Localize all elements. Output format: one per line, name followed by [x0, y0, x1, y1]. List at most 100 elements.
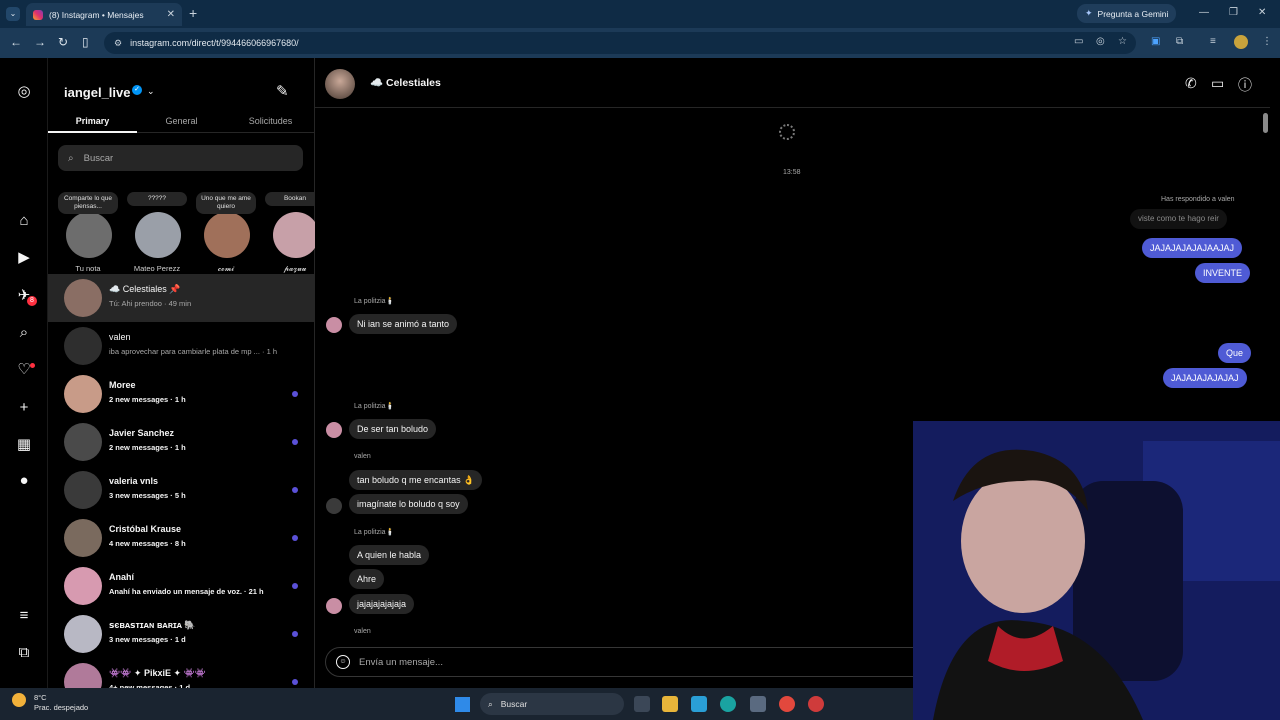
message-bubble-in[interactable]: imagínate lo boludo q soy: [349, 494, 468, 514]
ms-store-icon[interactable]: [750, 696, 766, 712]
chat-scrollbar[interactable]: [1263, 113, 1268, 133]
site-info-icon[interactable]: ⚙: [114, 38, 122, 49]
sidebar-icon[interactable]: ▯: [82, 35, 89, 49]
message-bubble-in[interactable]: Ni ian se animó a tanto: [349, 314, 458, 334]
more-menu-icon[interactable]: ⋮: [1262, 36, 1272, 47]
message-bubble-in[interactable]: A quien le habla: [349, 545, 430, 565]
forward-icon[interactable]: →: [34, 35, 46, 49]
home-icon[interactable]: ⌂: [14, 211, 34, 231]
phone-call-icon[interactable]: ✆: [1185, 75, 1197, 92]
emoji-icon[interactable]: ☺: [336, 655, 350, 669]
browser-tab-instagram[interactable]: (8) Instagram • Mensajes ✕: [26, 3, 182, 26]
note-item[interactable]: Comparte lo que piensas... Tu nota: [58, 192, 118, 273]
conversation-item[interactable]: Moree 2 new messages · 1 h: [48, 370, 315, 418]
chrome-icon[interactable]: [779, 696, 795, 712]
note-item[interactable]: ????? Mateo Perezz: [127, 192, 187, 273]
group-avatar[interactable]: [325, 69, 355, 99]
message-bubble-in[interactable]: tan boludo q me encantas 👌: [349, 470, 483, 490]
task-view-icon[interactable]: [634, 696, 650, 712]
conversation-preview: 3 new messages · 5 h: [109, 491, 186, 500]
conversation-item[interactable]: valeria vnls 3 new messages · 5 h: [48, 466, 315, 514]
close-tab-icon[interactable]: ✕: [167, 9, 175, 20]
profile-avatar[interactable]: [1234, 35, 1248, 49]
message-bubble-out[interactable]: INVENTE: [1195, 263, 1251, 283]
sender-avatar[interactable]: [326, 498, 342, 514]
conversation-preview: Tú: Ahi prendoo · 49 min: [109, 299, 192, 308]
extensions-puzzle-icon[interactable]: ⧉: [1176, 36, 1183, 47]
note-avatar[interactable]: [135, 212, 181, 258]
note-avatar[interactable]: [66, 212, 112, 258]
avatar: [64, 423, 102, 461]
eye-off-icon[interactable]: ◎: [1096, 36, 1105, 47]
conversation-item[interactable]: ꜱєʙᴀꜱᴛɪᴀɴ ʙᴀʀɪᴀ 🐘 3 new messages · 1 d: [48, 610, 315, 658]
conversation-info-icon[interactable]: ⓘ: [1238, 75, 1252, 95]
message-bubble-in[interactable]: jajajajajajaja: [349, 594, 415, 614]
window-close-icon[interactable]: ✕: [1258, 7, 1266, 18]
search-icon[interactable]: ⌕: [14, 323, 34, 343]
minimize-icon[interactable]: —: [1199, 7, 1209, 18]
message-bubble-in[interactable]: De ser tan boludo: [349, 419, 437, 439]
address-bar[interactable]: ⚙ instagram.com/direct/t/994466066967680…: [104, 32, 1136, 54]
app-icon[interactable]: [808, 696, 824, 712]
note-bubble[interactable]: Uno que me ame quiero: [196, 192, 256, 214]
taskbar-search[interactable]: ⌕ Buscar: [480, 693, 624, 715]
note-bubble[interactable]: Comparte lo que piensas...: [58, 192, 118, 214]
tab-general[interactable]: General: [137, 116, 226, 126]
conversation-item[interactable]: valen iba aprovechar para cambiarle plata…: [48, 322, 315, 370]
browser-toolbar: ← → ↻ ▯ ⚙ instagram.com/direct/t/9944660…: [0, 28, 1280, 58]
cast-icon[interactable]: ▭: [1074, 36, 1083, 47]
new-message-icon[interactable]: ✎: [276, 82, 289, 100]
sender-avatar[interactable]: [326, 317, 342, 333]
chat-title[interactable]: ☁️ Celestiales: [370, 76, 441, 89]
sender-avatar[interactable]: [326, 598, 342, 614]
sender-avatar[interactable]: [326, 422, 342, 438]
extension-m-icon[interactable]: ▣: [1151, 36, 1160, 47]
more-menu-icon[interactable]: ≡: [14, 606, 34, 626]
also-from-meta-icon[interactable]: ⧉: [14, 643, 34, 663]
conversation-name: Cristóbal Krause: [109, 524, 182, 534]
create-plus-icon[interactable]: +: [14, 398, 34, 418]
reply-quote[interactable]: viste como te hago reir: [1130, 209, 1227, 229]
conversation-item[interactable]: Cristóbal Krause 4 new messages · 8 h: [48, 514, 315, 562]
message-bubble-out[interactable]: JAJAJAJAJAJAAJAJ: [1142, 238, 1243, 258]
reload-icon[interactable]: ↻: [58, 35, 68, 49]
reels-icon[interactable]: ▶: [14, 248, 34, 268]
tab-requests[interactable]: Solicitudes: [226, 116, 315, 126]
message-bubble-out[interactable]: Que: [1218, 343, 1252, 363]
note-item[interactable]: Uno que me ame quiero 𝓬𝓸𝓶𝓲: [196, 192, 256, 273]
conversation-item[interactable]: Javier Sanchez 2 new messages · 1 h: [48, 418, 315, 466]
note-avatar[interactable]: [273, 212, 319, 258]
windows-start-icon[interactable]: [455, 697, 470, 712]
search-input[interactable]: ⌕ Buscar: [58, 145, 303, 171]
new-tab-button[interactable]: +: [189, 5, 197, 21]
edge-icon[interactable]: [720, 696, 736, 712]
note-bubble[interactable]: ?????: [127, 192, 187, 206]
message-bubble-out[interactable]: JAJAJAJAJAJAJ: [1163, 368, 1247, 388]
notification-dot: [30, 363, 35, 368]
conversation-name: valen: [109, 332, 131, 342]
conversation-item[interactable]: ☁️ Celestiales 📌 Tú: Ahi prendoo · 49 min: [48, 274, 315, 322]
tab-search-button[interactable]: ⌄: [6, 7, 20, 21]
chevron-down-icon[interactable]: ⌄: [147, 86, 155, 97]
verified-badge-icon: ✓: [132, 85, 142, 95]
dashboard-icon[interactable]: ▦: [14, 435, 34, 455]
avatar: [64, 615, 102, 653]
unread-dot: [292, 439, 298, 445]
gemini-button[interactable]: ✦ Pregunta a Gemini: [1077, 4, 1177, 23]
file-explorer-icon[interactable]: [662, 696, 678, 712]
back-icon[interactable]: ←: [10, 35, 22, 49]
bookmark-star-icon[interactable]: ☆: [1118, 36, 1127, 47]
restore-icon[interactable]: ❐: [1229, 7, 1238, 18]
profile-avatar-icon[interactable]: ●: [14, 471, 34, 491]
conversation-preview: 2 new messages · 1 h: [109, 443, 186, 452]
conversation-item[interactable]: Anahí Anahí ha enviado un mensaje de voz.…: [48, 562, 315, 610]
video-call-icon[interactable]: ▭: [1211, 75, 1224, 92]
tab-primary[interactable]: Primary: [48, 116, 137, 126]
conversation-name: 👾👾 ✦ PikxiE ✦ 👾👾: [109, 668, 206, 678]
instagram-logo-icon[interactable]: ◎: [14, 82, 34, 102]
note-avatar[interactable]: [204, 212, 250, 258]
store-icon[interactable]: [691, 696, 707, 712]
account-username[interactable]: iangel_live: [64, 85, 130, 100]
reading-list-icon[interactable]: ≡: [1210, 36, 1216, 47]
message-bubble-in[interactable]: Ahre: [349, 569, 385, 589]
